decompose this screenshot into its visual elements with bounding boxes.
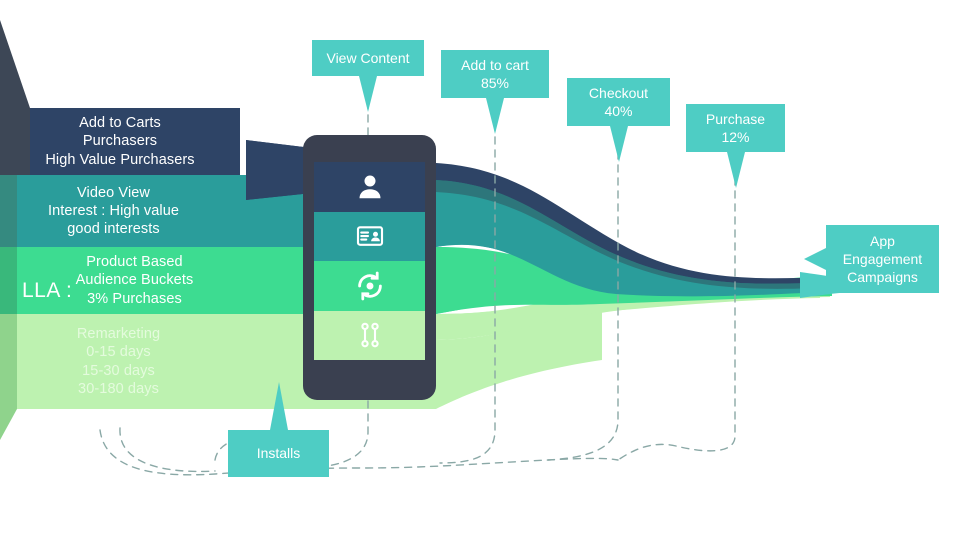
id-card-icon bbox=[355, 221, 385, 251]
retarget-refresh-icon bbox=[354, 270, 386, 302]
callout-checkout-text: Checkout 40% bbox=[589, 84, 648, 120]
flow-side-face-green bbox=[0, 247, 17, 314]
audience-block-add-to-carts[interactable]: Add to Carts Purchasers High Value Purch… bbox=[30, 108, 210, 175]
callout-add-to-cart[interactable]: Add to cart 85% bbox=[441, 50, 549, 134]
callout-app-engagement-campaigns[interactable]: App Engagement Campaigns bbox=[804, 225, 939, 293]
audience-label-add-to-carts: Add to Carts Purchasers High Value Purch… bbox=[45, 115, 195, 168]
callout-purchase[interactable]: Purchase 12% bbox=[686, 104, 785, 188]
callout-installs-label: Installs bbox=[256, 445, 301, 462]
callout-app-engagement-text: App Engagement Campaigns bbox=[842, 232, 923, 286]
callout-tail-icon bbox=[359, 76, 377, 112]
flow-side-face-teal bbox=[0, 175, 17, 247]
ab-test-pins-icon bbox=[355, 320, 385, 350]
phone-row-remarketing[interactable] bbox=[314, 310, 425, 360]
user-icon bbox=[355, 172, 385, 202]
flow-side-face-lightgreen bbox=[0, 314, 17, 440]
callout-view-content[interactable]: View Content bbox=[312, 40, 424, 112]
dashed-loop-left bbox=[119, 427, 216, 473]
callout-purchase-value: 12% bbox=[721, 129, 750, 145]
audience-label-remarketing: Remarketing 0-15 days 15-30 days 30-180 … bbox=[76, 326, 161, 397]
callout-tail-icon bbox=[726, 152, 745, 188]
lla-prefix-label: LLA : bbox=[22, 279, 73, 302]
callout-checkout-value: 40% bbox=[604, 103, 633, 119]
callout-tail-icon bbox=[269, 382, 288, 430]
phone-row-add-to-carts[interactable] bbox=[314, 162, 425, 212]
phone-mockup bbox=[303, 135, 436, 400]
callout-checkout[interactable]: Checkout 40% bbox=[567, 78, 670, 162]
callout-tail-icon bbox=[804, 248, 826, 270]
callout-add-to-cart-text: Add to cart 85% bbox=[461, 56, 529, 92]
phone-row-video-view[interactable] bbox=[314, 211, 425, 261]
callout-add-to-cart-label: Add to cart bbox=[461, 56, 529, 73]
funnel-diagram-canvas: Add to Carts Purchasers High Value Purch… bbox=[0, 0, 960, 540]
flow-side-face-navy bbox=[0, 20, 30, 175]
audience-block-video-view[interactable]: Video View Interest : High value good in… bbox=[17, 175, 210, 247]
audience-label-video-view: Video View Interest : High value good in… bbox=[47, 184, 180, 238]
callout-view-content-label: View Content bbox=[326, 49, 410, 66]
callout-add-to-cart-value: 85% bbox=[480, 75, 509, 91]
callout-tail-icon bbox=[609, 126, 628, 162]
audience-block-remarketing[interactable]: Remarketing 0-15 days 15-30 days 30-180 … bbox=[17, 314, 220, 409]
callout-checkout-label: Checkout bbox=[588, 84, 649, 101]
callout-purchase-label: Purchase bbox=[705, 110, 766, 127]
phone-screen bbox=[314, 162, 425, 360]
phone-row-product-based[interactable] bbox=[314, 261, 425, 311]
callout-tail-icon bbox=[486, 98, 504, 134]
callout-purchase-text: Purchase 12% bbox=[706, 110, 765, 146]
callout-installs[interactable]: Installs bbox=[228, 382, 329, 477]
